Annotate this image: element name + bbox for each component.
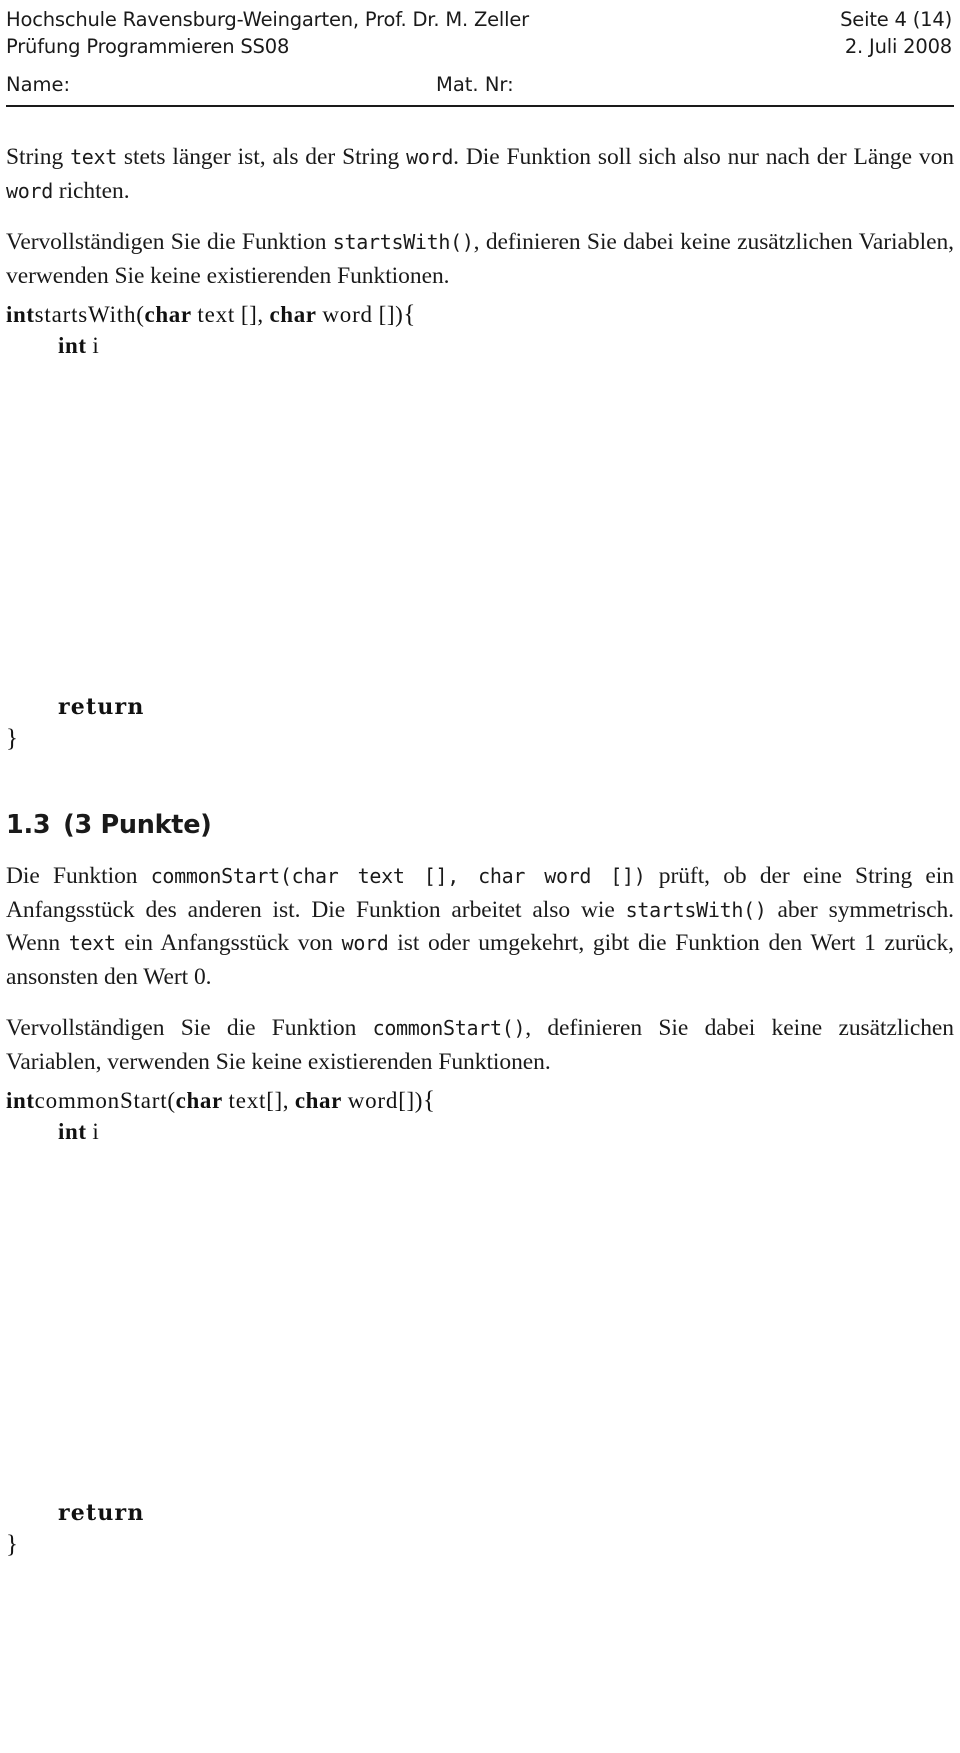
keyword-int-decl-2: int bbox=[58, 1119, 87, 1144]
brace-open-2: { bbox=[423, 1087, 435, 1114]
inline-code-word: word bbox=[406, 145, 454, 169]
para1-part4: richten. bbox=[52, 177, 130, 204]
header-top-row: Hochschule Ravensburg-Weingarten, Prof. … bbox=[6, 6, 954, 60]
header-left-block: Hochschule Ravensburg-Weingarten, Prof. … bbox=[6, 6, 529, 60]
comma: , bbox=[257, 302, 264, 327]
b2p2-part1: Vervollständigen Sie die Funktion bbox=[6, 1015, 373, 1041]
paragraph-task-startswith: Vervollständigen Sie die Funktion starts… bbox=[6, 226, 954, 293]
keyword-int-2: int bbox=[6, 1088, 35, 1113]
brace-close-2: } bbox=[6, 1531, 18, 1558]
inline-code-text-2: text bbox=[68, 931, 116, 955]
code-line-declaration: int i bbox=[6, 330, 954, 361]
page-body: String text stets länger ist, als der St… bbox=[6, 141, 954, 1560]
header-name-row: Name: Mat. Nr: bbox=[6, 71, 954, 98]
keyword-char-1: char bbox=[144, 302, 192, 327]
para1-part1: String bbox=[6, 144, 71, 170]
b2p1-part4: ein Anfangsstück von bbox=[115, 930, 342, 956]
code-line-return-2: return bbox=[6, 1497, 954, 1529]
function-name-commonstart: commonStart bbox=[34, 1088, 168, 1113]
code-line-declaration-2: int i bbox=[6, 1116, 954, 1147]
code-line-close-brace: } bbox=[6, 723, 954, 754]
name-label: Name: bbox=[6, 73, 71, 96]
section-title: (3 Punkte) bbox=[63, 810, 212, 840]
brackets-2: [] bbox=[378, 302, 396, 327]
exam-page: Hochschule Ravensburg-Weingarten, Prof. … bbox=[0, 0, 960, 1753]
param-text-2: text bbox=[228, 1088, 267, 1113]
matnr-label: Mat. Nr: bbox=[436, 73, 514, 96]
param-word-2: word bbox=[347, 1088, 399, 1113]
spacer-before-heading bbox=[6, 754, 954, 810]
para1-part2: stets länger ist, als der String bbox=[117, 144, 407, 170]
heading-spacer bbox=[50, 810, 63, 840]
keyword-char-2: char bbox=[269, 302, 317, 327]
code-line-close-brace-2: } bbox=[6, 1529, 954, 1560]
para2-part1: Vervollständigen Sie die Funktion bbox=[6, 229, 333, 255]
inline-code-commonstart: commonStart() bbox=[372, 1016, 526, 1040]
exam-date: 2. Juli 2008 bbox=[844, 35, 952, 58]
brace-close: } bbox=[6, 725, 18, 752]
institution-line: Hochschule Ravensburg-Weingarten, Prof. … bbox=[6, 8, 529, 31]
inline-code-commonstart-sig: commonStart(char text [], char word []) bbox=[150, 864, 646, 888]
code-line-signature-2: intcommonStart(char text[], char word[])… bbox=[6, 1085, 954, 1116]
paragraph-task-commonstart: Vervollständigen Sie die Funktion common… bbox=[6, 1012, 954, 1079]
paragraph-commonstart-desc: Die Funktion commonStart(char text [], c… bbox=[6, 860, 954, 994]
paren-open-2: ( bbox=[167, 1088, 176, 1113]
inline-code-word-2: word bbox=[6, 178, 53, 203]
code-listing-commonstart: intcommonStart(char text[], char word[])… bbox=[6, 1085, 954, 1560]
page-number-label: Seite 4 (14) bbox=[840, 8, 952, 31]
header-right-block: Seite 4 (14) 2. Juli 2008 bbox=[840, 6, 954, 60]
answer-space-startswith[interactable] bbox=[6, 361, 954, 691]
page-title: 1.3 (3 Punkte) bbox=[6, 810, 954, 840]
brackets-3: [] bbox=[266, 1088, 283, 1113]
keyword-char-3: char bbox=[175, 1088, 223, 1113]
keyword-int: int bbox=[6, 302, 35, 327]
header-divider bbox=[6, 105, 954, 107]
inline-code-startswith-ref: startsWith() bbox=[625, 897, 767, 922]
para1-part3: . Die Funktion soll sich also nur nach d… bbox=[453, 144, 954, 170]
brackets-4: [] bbox=[398, 1088, 415, 1113]
brace-open: { bbox=[403, 301, 416, 328]
keyword-char-4: char bbox=[294, 1088, 342, 1113]
code-line-return: return bbox=[6, 691, 954, 723]
code-listing-startswith: intstartsWith(char text [], char word []… bbox=[6, 299, 954, 754]
keyword-int-decl: int bbox=[58, 333, 87, 358]
brackets-1: [] bbox=[240, 302, 258, 327]
code-line-signature: intstartsWith(char text [], char word []… bbox=[6, 299, 954, 330]
function-name-startswith: startsWith bbox=[34, 302, 137, 327]
inline-code-word-3: word bbox=[341, 931, 389, 955]
variable-i: i bbox=[92, 333, 100, 358]
paren-open: ( bbox=[136, 302, 145, 327]
param-word: word bbox=[322, 302, 373, 327]
param-text: text bbox=[197, 302, 236, 327]
answer-space-commonstart[interactable] bbox=[6, 1147, 954, 1497]
variable-i-2: i bbox=[92, 1119, 100, 1144]
inline-code-startswith: startsWith() bbox=[332, 230, 474, 254]
section-number: 1.3 bbox=[6, 810, 51, 840]
paragraph-continuation: String text stets länger ist, als der St… bbox=[6, 141, 954, 208]
page-header: Hochschule Ravensburg-Weingarten, Prof. … bbox=[6, 0, 954, 107]
inline-code-text: text bbox=[70, 145, 118, 169]
keyword-return-2: return bbox=[58, 1500, 145, 1526]
paren-close-2: ) bbox=[414, 1088, 423, 1113]
keyword-return: return bbox=[58, 694, 145, 720]
comma-2: , bbox=[282, 1088, 290, 1113]
exam-line: Prüfung Programmieren SS08 bbox=[6, 35, 290, 58]
b2p1-part1: Die Funktion bbox=[6, 863, 151, 889]
